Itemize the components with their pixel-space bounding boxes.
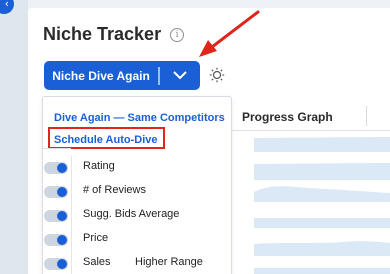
row-divider (71, 180, 72, 204)
metric-label: # of Reviews (83, 184, 146, 196)
toggle-knob (57, 187, 67, 197)
column-separator (366, 106, 367, 126)
row-divider (71, 228, 72, 252)
menu-item-schedule-auto-dive[interactable]: Schedule Auto-Dive (54, 134, 158, 146)
metric-toggle[interactable] (44, 210, 68, 222)
menu-divider (43, 148, 71, 149)
progress-graph (254, 132, 390, 274)
metric-toggle[interactable] (44, 234, 68, 246)
metric-toggle[interactable] (44, 258, 68, 270)
metrics-table: Progress Graph (232, 101, 390, 274)
metric-toggle[interactable] (44, 162, 68, 174)
row-divider (71, 252, 72, 274)
toggle-knob (57, 259, 67, 269)
metric-label: Rating (83, 160, 115, 172)
row-divider (71, 204, 72, 228)
toggle-knob (57, 163, 67, 173)
table-header-row: Progress Graph (232, 101, 390, 131)
list-item: Sales Higher Range (43, 252, 231, 274)
menu-item-dive-again-same-competitors[interactable]: Dive Again — Same Competitors (54, 112, 225, 124)
toggle-knob (57, 211, 67, 221)
dive-options-dropdown: Dive Again — Same Competitors Schedule A… (42, 96, 232, 274)
row-divider (71, 156, 72, 180)
progress-graph-header: Progress Graph (242, 110, 333, 124)
toggle-knob (57, 235, 67, 245)
metric-label: Sugg. Bids Average (83, 208, 180, 220)
metric-range-label: Higher Range (135, 256, 203, 268)
metric-label: Sales (83, 256, 111, 268)
metric-toggle[interactable] (44, 186, 68, 198)
metric-label: Price (83, 232, 109, 244)
